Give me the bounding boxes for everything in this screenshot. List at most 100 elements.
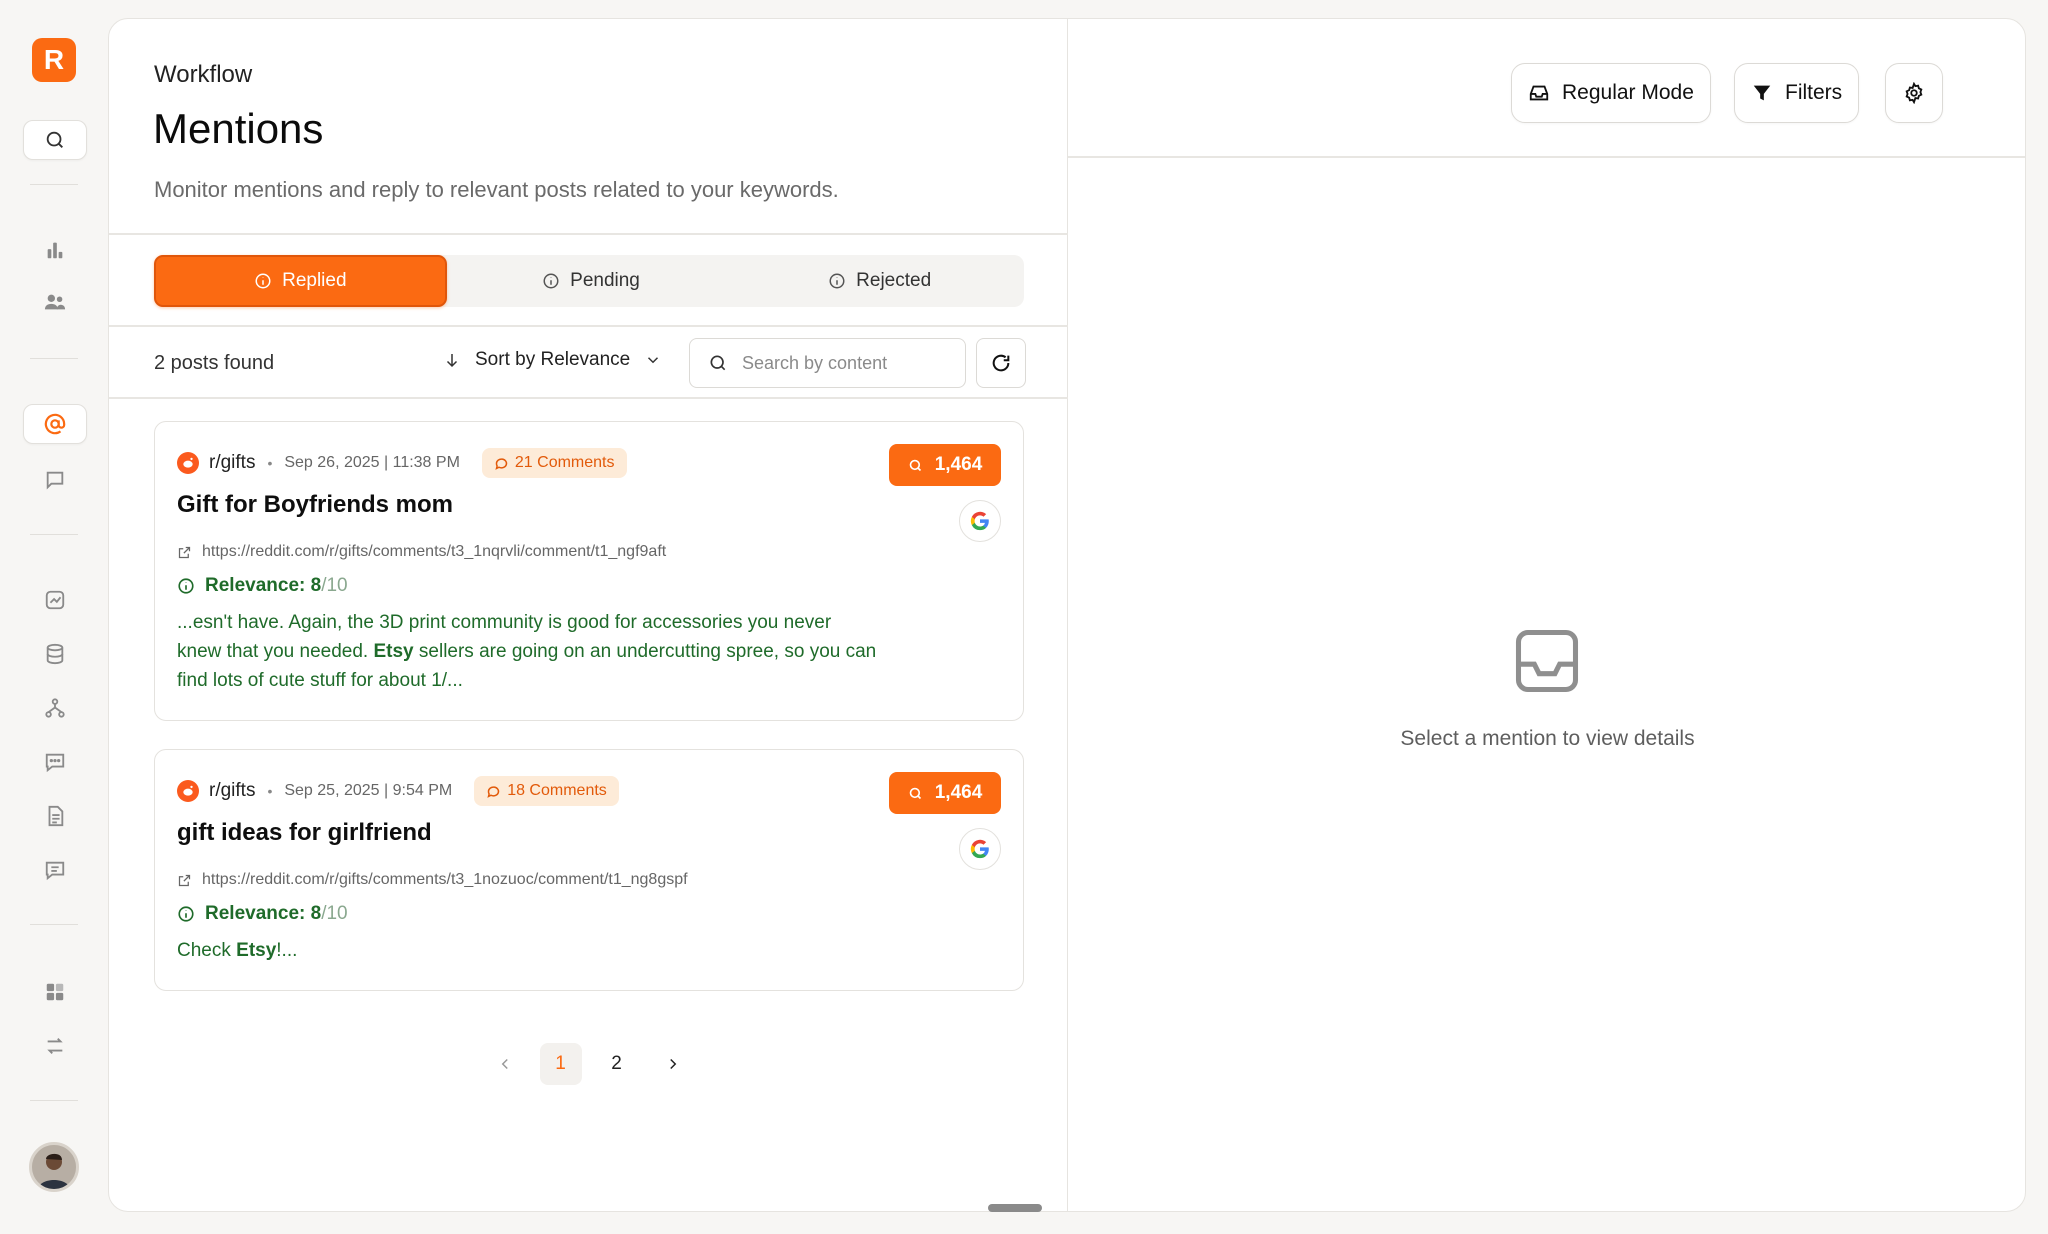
relevance-score: Relevance: 8/10: [177, 575, 348, 597]
tab-label: Rejected: [856, 270, 932, 291]
resize-handle[interactable]: [988, 1204, 1042, 1212]
post-url: https://reddit.com/r/gifts/comments/t3_1…: [202, 543, 667, 560]
prev-page-button[interactable]: [484, 1043, 526, 1085]
divider: [109, 397, 1068, 399]
google-icon[interactable]: [959, 500, 1001, 542]
external-link-icon: [178, 874, 191, 886]
bar-chart-icon[interactable]: [23, 230, 87, 270]
transfer-icon[interactable]: [23, 1026, 87, 1066]
google-icon[interactable]: [959, 828, 1001, 870]
comments-badge: 21 Comments: [481, 448, 627, 478]
external-link-icon: [178, 546, 191, 558]
search-icon: [710, 355, 726, 371]
comments-count: 18 Comments: [507, 782, 607, 799]
status-tabs: Replied Pending Rejected: [154, 255, 1024, 307]
app-logo[interactable]: R: [32, 38, 76, 82]
post-card[interactable]: r/gifts • Sep 25, 2025 | 9:54 PM 18 Comm…: [154, 749, 1024, 991]
post-url: https://reddit.com/r/gifts/comments/t3_1…: [202, 871, 688, 888]
users-icon[interactable]: [23, 282, 87, 322]
chat-bubble-icon[interactable]: [23, 460, 87, 500]
refresh-button[interactable]: [976, 338, 1026, 388]
score-badge: 1,464: [889, 772, 1001, 814]
post-date: Sep 25, 2025 | 9:54 PM: [284, 782, 453, 799]
gear-icon: [1905, 82, 1923, 104]
chevron-left-icon: [501, 1058, 508, 1070]
inbox-icon: [1529, 85, 1549, 101]
info-icon: [543, 273, 559, 289]
tab-replied[interactable]: Replied: [154, 255, 447, 307]
post-meta: r/gifts • Sep 25, 2025 | 9:54 PM 18 Comm…: [177, 776, 619, 806]
refresh-icon: [992, 354, 1010, 372]
sort-label: Sort by Relevance: [475, 349, 631, 370]
flow-icon[interactable]: [23, 688, 87, 728]
post-snippet: Check Etsy!...: [177, 936, 877, 965]
filter-icon: [1753, 85, 1771, 101]
message-dots-icon[interactable]: [23, 742, 87, 782]
rail-divider: [30, 534, 78, 535]
post-title[interactable]: gift ideas for girlfriend: [177, 819, 432, 847]
relevance-max: /10: [321, 575, 348, 596]
mentions-list-panel: Workflow Mentions Monitor mentions and r…: [109, 19, 1068, 1211]
info-icon: [255, 273, 271, 289]
snippet-text: !...: [276, 940, 298, 961]
rail-divider: [30, 1100, 78, 1101]
post-link[interactable]: https://reddit.com/r/gifts/comments/t3_1…: [177, 543, 666, 561]
settings-button[interactable]: [1885, 63, 1943, 123]
info-icon: [178, 906, 194, 922]
relevance-label: Relevance: 8: [205, 575, 322, 596]
at-sign-icon[interactable]: [23, 404, 87, 444]
chevron-right-icon: [669, 1058, 676, 1070]
tab-rejected[interactable]: Rejected: [735, 255, 1024, 307]
reddit-icon: [177, 452, 199, 474]
tab-label: Replied: [282, 270, 347, 291]
post-card[interactable]: r/gifts • Sep 26, 2025 | 11:38 PM 21 Com…: [154, 421, 1024, 721]
tab-label: Pending: [570, 270, 640, 291]
breadcrumb: Workflow: [154, 61, 253, 88]
score-value: 1,464: [934, 782, 983, 803]
separator-dot: •: [267, 783, 273, 799]
message-lines-icon[interactable]: [23, 850, 87, 890]
regular-mode-label: Regular Mode: [1562, 81, 1694, 104]
chevron-down-icon: [648, 357, 659, 364]
database-icon[interactable]: [23, 634, 87, 674]
sidebar: R: [0, 0, 108, 1234]
snippet-keyword: Etsy: [373, 641, 414, 662]
info-icon: [829, 273, 845, 289]
relevance-score: Relevance: 8/10: [177, 903, 348, 925]
regular-mode-button[interactable]: Regular Mode: [1511, 63, 1711, 123]
search-icon: [909, 459, 921, 471]
sort-dropdown[interactable]: Sort by Relevance: [443, 349, 662, 371]
page-subtitle: Monitor mentions and reply to relevant p…: [154, 177, 839, 202]
subreddit[interactable]: r/gifts: [209, 452, 255, 474]
inbox-icon: [1509, 623, 1585, 699]
subreddit[interactable]: r/gifts: [209, 780, 255, 802]
page-button[interactable]: 2: [596, 1043, 638, 1085]
info-icon: [178, 578, 194, 594]
comment-icon: [487, 785, 500, 798]
post-title[interactable]: Gift for Boyfriends mom: [177, 491, 453, 519]
empty-state-text: Select a mention to view details: [1400, 727, 1695, 750]
post-date: Sep 26, 2025 | 11:38 PM: [284, 454, 460, 471]
search-input[interactable]: [742, 352, 942, 374]
next-page-button[interactable]: [652, 1043, 694, 1085]
comments-badge: 18 Comments: [474, 776, 619, 806]
page-title: Mentions: [153, 105, 324, 152]
rail-divider: [30, 924, 78, 925]
search-icon: [909, 787, 921, 799]
trend-chart-icon[interactable]: [23, 580, 87, 620]
page-button[interactable]: 1: [539, 1043, 582, 1085]
tab-pending[interactable]: Pending: [447, 255, 736, 307]
filters-button[interactable]: Filters: [1734, 63, 1860, 123]
post-link[interactable]: https://reddit.com/r/gifts/comments/t3_1…: [177, 871, 688, 889]
search-icon[interactable]: [23, 120, 87, 160]
document-icon[interactable]: [23, 796, 87, 836]
snippet-keyword: Etsy: [236, 940, 277, 961]
relevance-max: /10: [321, 903, 348, 924]
divider: [109, 325, 1068, 327]
rail-divider: [30, 358, 78, 359]
post-snippet: ...esn't have. Again, the 3D print commu…: [177, 608, 877, 695]
avatar[interactable]: [29, 1142, 79, 1192]
grid-icon[interactable]: [23, 972, 87, 1012]
arrow-down-icon: [446, 354, 458, 368]
filters-label: Filters: [1785, 81, 1843, 104]
